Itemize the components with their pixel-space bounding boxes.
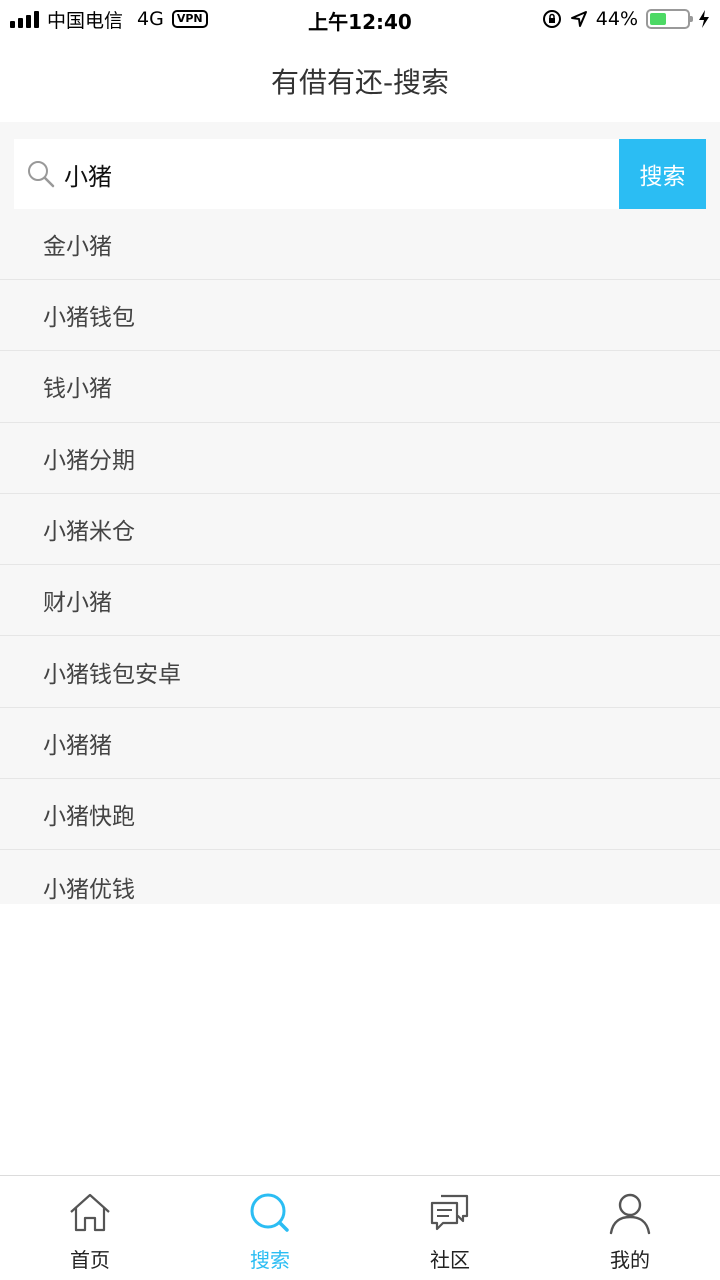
suggestion-list: 金小猪 小猪钱包 钱小猪 小猪分期 小猪米仓 财小猪 小猪钱包安卓 小猪猪 小猪快跑 小猪优钱 [0,209,720,904]
search-area: 搜索 金小猪小猪钱包钱小猪小猪分期小猪米仓财小猪小猪钱包安卓小猪猪小猪快跑小猪优… [0,122,720,904]
user-icon [609,1193,651,1235]
chat-icon [430,1194,469,1231]
home-icon [70,1193,110,1232]
suggestion-item[interactable]: 钱小猪 [0,351,720,423]
tab-mine[interactable]: 我的 [540,1176,720,1280]
tab-label-search: 搜索 [250,1248,290,1272]
page-title: 有借有还-搜索 [270,66,450,99]
tab-label-home: 首页 [70,1248,110,1272]
tab-search[interactable]: 搜索 [180,1176,360,1280]
search-icon [28,161,55,188]
rotation-lock-icon [542,10,561,28]
suggestion-item[interactable]: 小猪优钱 [0,850,720,904]
app-header: 有借有还-搜索 [0,40,720,122]
search-input[interactable] [64,160,564,188]
tab-label-community: 社区 [430,1248,470,1272]
tab-bar: 首页 搜索 社区 我的 [0,1175,720,1280]
suggestion-item[interactable]: 财小猪 [0,565,720,637]
location-icon [570,11,587,27]
suggestion-item[interactable]: 小猪猪 [0,708,720,780]
suggestion-item[interactable]: 小猪快跑 [0,779,720,851]
suggestion-item[interactable]: 小猪钱包安卓 [0,636,720,708]
suggestion-item[interactable]: 金小猪 [0,209,720,280]
suggestion-item[interactable]: 小猪分期 [0,423,720,494]
battery-icon [646,9,693,29]
status-right: 44% [542,6,710,32]
suggestion-item[interactable]: 小猪米仓 [0,494,720,566]
search-icon [250,1193,289,1232]
tab-community[interactable]: 社区 [360,1176,540,1280]
tab-home[interactable]: 首页 [0,1176,180,1280]
suggestion-item[interactable]: 小猪钱包 [0,280,720,352]
tab-label-mine: 我的 [610,1248,650,1272]
battery-percent: 44% [595,8,638,30]
search-box[interactable] [14,139,619,209]
status-bar: 中国电信 4G VPN 上午12:40 44% [0,0,720,40]
charging-icon [699,10,709,28]
battery-fill [650,13,666,25]
search-button[interactable]: 搜索 [619,139,706,209]
